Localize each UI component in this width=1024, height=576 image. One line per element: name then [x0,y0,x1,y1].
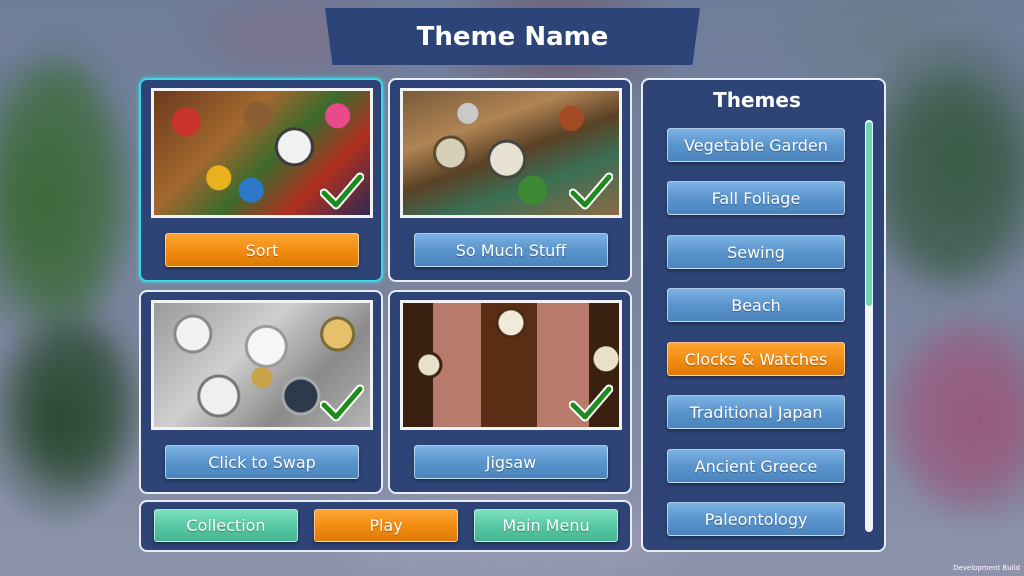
theme-button-ancient-greece[interactable]: Ancient Greece [667,449,845,483]
checkmark-icon [320,172,364,210]
mode-button-so-much-stuff[interactable]: So Much Stuff [414,233,608,267]
theme-button-paleontology[interactable]: Paleontology [667,502,845,536]
mode-card-jigsaw[interactable]: Jigsaw [388,290,632,494]
mode-thumbnail-so-much-stuff [400,88,622,218]
mode-thumbnail-click-to-swap [151,300,373,430]
play-button[interactable]: Play [314,509,458,542]
mode-thumbnail-jigsaw [400,300,622,430]
checkmark-icon [569,384,613,422]
theme-button-beach[interactable]: Beach [667,288,845,322]
main-menu-button[interactable]: Main Menu [474,509,618,542]
theme-button-sewing[interactable]: Sewing [667,235,845,269]
mode-button-click-to-swap[interactable]: Click to Swap [165,445,359,479]
mode-card-click-to-swap[interactable]: Click to Swap [139,290,383,494]
themes-panel: Themes Vegetable Garden Fall Foliage Sew… [641,78,886,552]
theme-button-traditional-japan[interactable]: Traditional Japan [667,395,845,429]
theme-button-vegetable-garden[interactable]: Vegetable Garden [667,128,845,162]
theme-button-clocks-watches[interactable]: Clocks & Watches [667,342,845,376]
mode-thumbnail-sort [151,88,373,218]
mode-button-jigsaw[interactable]: Jigsaw [414,445,608,479]
mode-button-sort[interactable]: Sort [165,233,359,267]
mode-card-sort[interactable]: Sort [139,78,383,282]
theme-button-fall-foliage[interactable]: Fall Foliage [667,181,845,215]
themes-heading: Themes [713,88,801,112]
collection-button[interactable]: Collection [154,509,298,542]
title-banner: Theme Name [325,8,700,65]
mode-card-so-much-stuff[interactable]: So Much Stuff [388,78,632,282]
themes-scrollbar[interactable] [865,120,873,532]
page-title: Theme Name [416,21,609,52]
checkmark-icon [320,384,364,422]
checkmark-icon [569,172,613,210]
themes-scrollbar-thumb[interactable] [866,122,872,306]
bottom-action-bar: Collection Play Main Menu [139,500,632,552]
development-build-label: Development Build [953,564,1020,572]
